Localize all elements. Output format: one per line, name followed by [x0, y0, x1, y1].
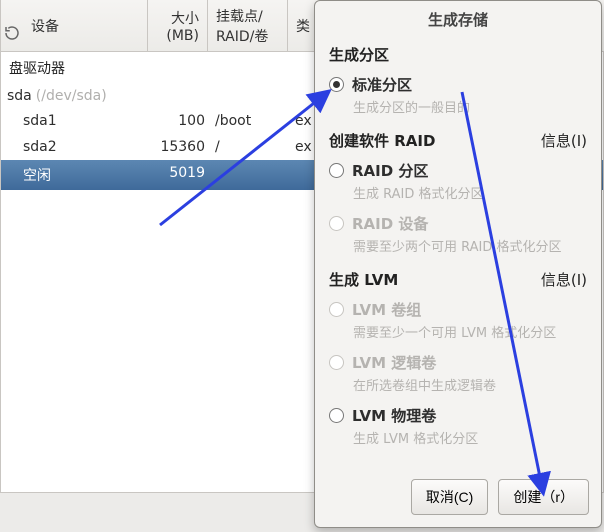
- section-raid: 创建软件 RAID 信息(I): [315, 126, 601, 155]
- option-raid-device: RAID 设备: [315, 208, 601, 234]
- radio-icon: [329, 355, 344, 370]
- option-desc: 生成分区的一般目的: [315, 95, 601, 122]
- dialog-title: 生成存储: [315, 1, 601, 36]
- option-desc: 生成 LVM 格式化分区: [315, 426, 601, 453]
- option-desc: 生成 RAID 格式化分区: [315, 181, 601, 208]
- refresh-icon: [3, 24, 21, 42]
- option-standard-partition[interactable]: 标准分区: [315, 69, 601, 95]
- dialog-button-bar: 取消(C) 创建（r）: [411, 479, 589, 515]
- radio-icon: [329, 77, 344, 92]
- option-lvm-vg: LVM 卷组: [315, 294, 601, 320]
- cancel-button[interactable]: 取消(C): [411, 479, 488, 515]
- col-size[interactable]: 大小 (MB): [148, 0, 208, 51]
- col-device[interactable]: 设备: [0, 0, 148, 51]
- create-storage-dialog: 生成存储 生成分区 标准分区 生成分区的一般目的 创建软件 RAID 信息(I)…: [314, 0, 602, 528]
- section-partition: 生成分区: [315, 40, 601, 69]
- radio-icon: [329, 163, 344, 178]
- lvm-info-button[interactable]: 信息(I): [541, 269, 587, 290]
- option-raid-partition[interactable]: RAID 分区: [315, 155, 601, 181]
- raid-info-button[interactable]: 信息(I): [541, 130, 587, 151]
- radio-icon: [329, 302, 344, 317]
- col-mount[interactable]: 挂载点/ RAID/卷: [208, 0, 288, 51]
- option-desc: 在所选卷组中生成逻辑卷: [315, 373, 601, 400]
- option-desc: 需要至少两个可用 RAID 格式化分区: [315, 234, 601, 261]
- section-lvm: 生成 LVM 信息(I): [315, 265, 601, 294]
- option-lvm-pv[interactable]: LVM 物理卷: [315, 400, 601, 426]
- radio-icon: [329, 216, 344, 231]
- radio-icon: [329, 408, 344, 423]
- option-desc: 需要至少一个可用 LVM 格式化分区: [315, 320, 601, 347]
- create-button[interactable]: 创建（r）: [498, 479, 589, 515]
- option-lvm-lv: LVM 逻辑卷: [315, 347, 601, 373]
